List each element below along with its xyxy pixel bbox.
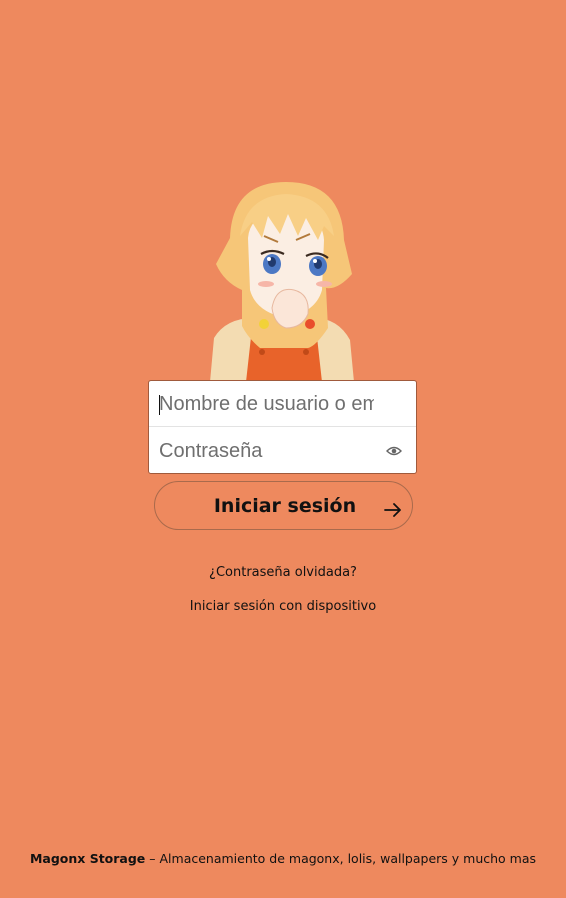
forgot-password-link[interactable]: ¿Contraseña olvidada? [0,565,566,580]
device-login-link[interactable]: Iniciar sesión con dispositivo [0,599,566,614]
anime-girl-illustration [210,182,354,382]
footer-separator: – [145,851,160,866]
password-input[interactable] [159,436,374,466]
username-input[interactable] [159,389,374,419]
eye-icon[interactable] [386,445,402,457]
login-form [148,380,417,474]
footer: Magonx Storage – Almacenamiento de magon… [0,851,566,866]
footer-brand: Magonx Storage [29,851,146,866]
footer-tagline: Almacenamiento de magonx, lolis, wallpap… [159,851,537,866]
text-caret [159,395,160,415]
login-button-label: Iniciar sesión [213,495,357,517]
login-button[interactable]: Iniciar sesión [154,481,413,530]
username-field-wrapper [149,381,416,427]
password-field-wrapper [149,428,416,474]
arrow-right-icon [384,503,401,517]
